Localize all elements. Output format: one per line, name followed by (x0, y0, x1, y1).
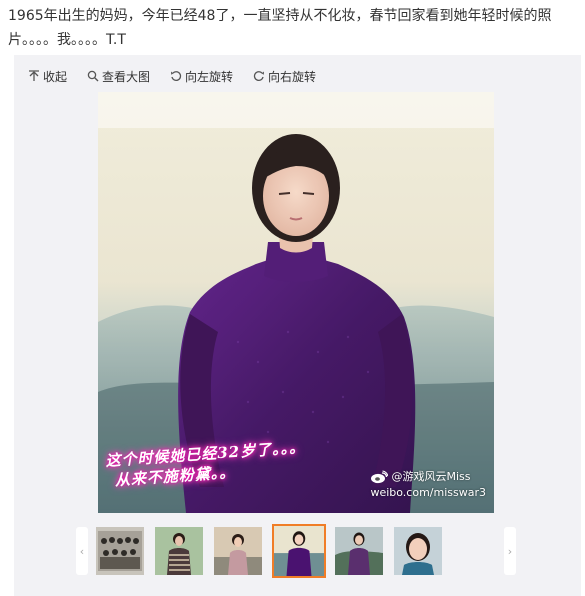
thumbnail-2[interactable] (155, 527, 203, 575)
rotate-left-icon (170, 70, 182, 82)
thumbnail-6[interactable] (394, 527, 442, 575)
search-icon (87, 70, 99, 82)
sweater-portrait-thumbnail (155, 527, 203, 575)
collapse-button[interactable]: 收起 (28, 68, 67, 85)
media-toolbar: 收起 查看大图 向左旋转 向右旋转 (28, 65, 316, 87)
rotate-right-icon (253, 70, 265, 82)
park-portrait-thumbnail (214, 527, 262, 575)
media-panel: 收起 查看大图 向左旋转 向右旋转 这个时候她已经32岁了。。。 从来不施粉黛。… (14, 55, 581, 596)
chevron-right-icon: › (507, 544, 513, 558)
purple-dress-portrait-thumbnail (274, 526, 324, 576)
photo-watermark: @游戏风云Miss weibo.com/misswar3 (370, 469, 486, 501)
chevron-left-icon: ‹ (79, 544, 85, 558)
rotate-right-button[interactable]: 向右旋转 (253, 68, 316, 85)
closeup-portrait-thumbnail (394, 527, 442, 575)
main-photo[interactable]: 这个时候她已经32岁了。。。 从来不施粉黛。。 @游戏风云Miss weibo.… (98, 92, 494, 513)
weibo-logo-icon (370, 470, 389, 484)
rotate-right-label: 向右旋转 (268, 69, 317, 84)
collapse-icon (28, 70, 40, 82)
watermark-user: @游戏风云Miss (391, 470, 471, 483)
thumbnail-5[interactable] (335, 527, 383, 575)
rotate-left-label: 向左旋转 (185, 69, 234, 84)
post-text: 1965年出生的妈妈，今年已经48了，一直坚持从不化妆，春节回家看到她年轻时候的… (8, 8, 552, 48)
thumbnail-1[interactable] (96, 527, 144, 575)
view-large-button[interactable]: 查看大图 (87, 68, 150, 85)
thumbnail-strip: ‹ › (76, 524, 518, 580)
prev-thumbnails-button[interactable]: ‹ (76, 527, 88, 575)
collapse-label: 收起 (43, 69, 68, 84)
rotate-left-button[interactable]: 向左旋转 (170, 68, 233, 85)
group-photo-thumbnail (96, 527, 144, 575)
thumbnail-4-active[interactable] (272, 524, 326, 578)
view-large-label: 查看大图 (102, 69, 151, 84)
hill-portrait-thumbnail (335, 527, 383, 575)
next-thumbnails-button[interactable]: › (504, 527, 516, 575)
thumbnail-3[interactable] (214, 527, 262, 575)
watermark-url: weibo.com/misswar3 (370, 486, 486, 499)
